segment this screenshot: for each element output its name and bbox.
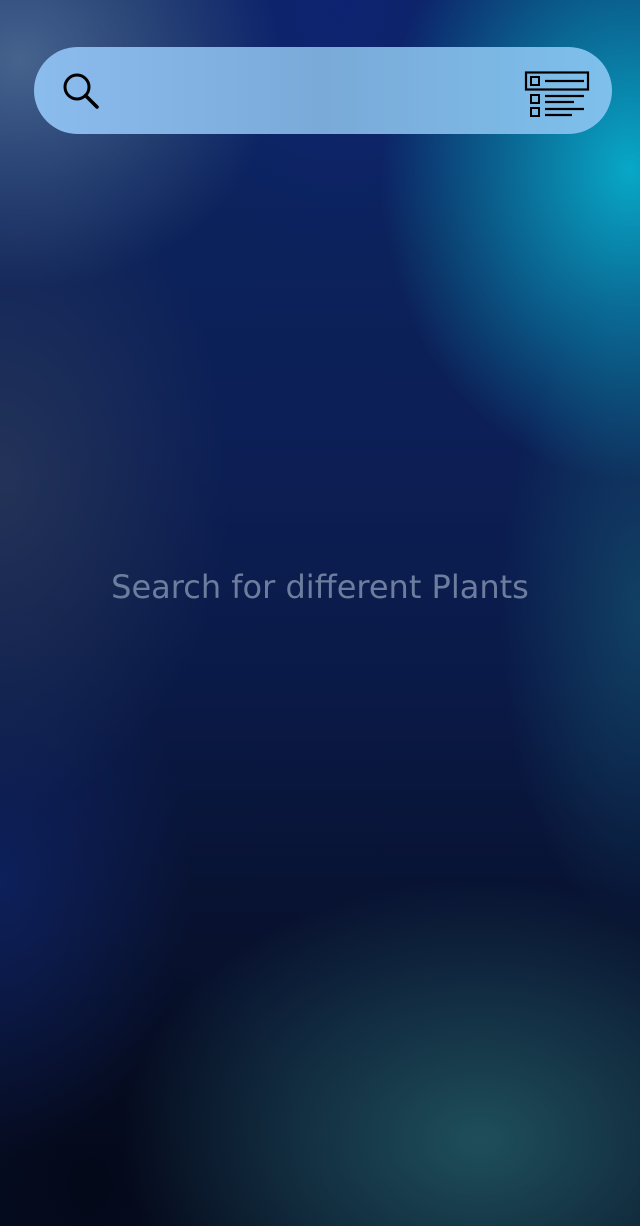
search-bar[interactable] <box>34 47 612 134</box>
search-input[interactable] <box>116 69 516 113</box>
empty-state-message: Search for different Plants <box>111 568 529 606</box>
app-background <box>0 0 640 1226</box>
list-filter-button[interactable] <box>524 69 592 121</box>
list-filter-icon <box>524 69 592 121</box>
search-icon[interactable] <box>61 72 103 112</box>
